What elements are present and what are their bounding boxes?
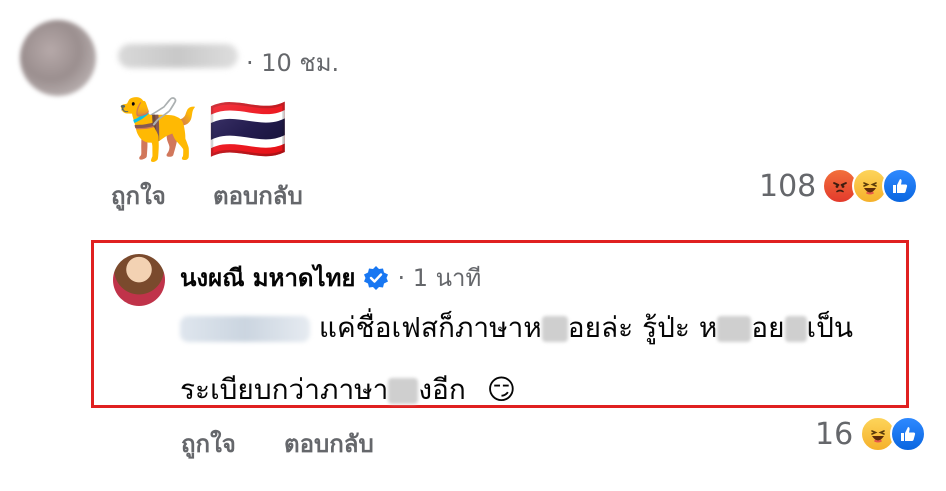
like-button[interactable]: ถูกใจ (111, 176, 166, 215)
smirk-emoji: 😏 (486, 373, 516, 406)
reply-author-name[interactable]: นงผณี มหาดไทย (180, 258, 355, 297)
reply-header: นงผณี มหาดไทย · 1 นาที (180, 258, 481, 297)
tagged-name-blurred[interactable] (180, 316, 310, 342)
censored-blur (784, 316, 807, 342)
reply-text-part: แค่ชื่อเฟสก็ภาษาห (318, 311, 542, 344)
like-reaction-icon (890, 416, 926, 452)
like-reaction-icon (882, 168, 918, 204)
reply-text-part: เป็น (806, 311, 854, 344)
thailand-flag-emoji: 🇹🇭 (208, 93, 288, 167)
reply-text-part: งอีก (418, 373, 466, 406)
reply-text-part: อยล่ะ รู้ป่ะ ห (567, 311, 718, 344)
reply-reaction-count[interactable]: 16 (815, 417, 853, 452)
comment-time: · 10 ชม. (246, 49, 340, 77)
reply-text-line1: แค่ชื่อเฟสก็ภาษาห อยล่ะ รู้ป่ะ ห อย เป็น (180, 306, 853, 350)
censored-blur (541, 316, 568, 342)
reaction-count[interactable]: 108 (759, 169, 816, 204)
reply-like-button[interactable]: ถูกใจ (181, 424, 236, 463)
reaction-icons[interactable] (822, 168, 918, 204)
reply-button[interactable]: ตอบกลับ (213, 176, 303, 215)
censored-blur (717, 316, 752, 342)
reply-text-part: ระเบียบกว่าภาษา (180, 373, 389, 406)
reply-author-avatar[interactable] (113, 254, 165, 306)
reply-reaction-icons[interactable] (860, 416, 926, 452)
commenter-name-blurred[interactable] (118, 44, 238, 68)
guide-dog-emoji: 🦮 (118, 93, 198, 167)
commenter-avatar[interactable] (20, 20, 96, 96)
reply-time: · 1 นาที (397, 264, 482, 292)
reply-reply-button[interactable]: ตอบกลับ (284, 424, 374, 463)
reply-text-part: อย (751, 311, 785, 344)
censored-blur (388, 378, 419, 404)
verified-badge-icon (364, 265, 389, 290)
reply-text-line2: ระเบียบกว่าภาษา งอีก 😏 (180, 368, 516, 412)
